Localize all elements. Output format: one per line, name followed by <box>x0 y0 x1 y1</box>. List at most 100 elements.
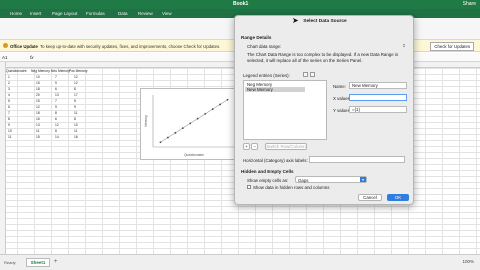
zoom-level[interactable]: 100% <box>462 259 474 264</box>
cell[interactable]: 12 <box>74 75 78 79</box>
cell[interactable]: 9 <box>55 81 57 85</box>
status-bar: Ready Sheet1 + 100% <box>0 254 480 270</box>
cell[interactable]: 14 <box>55 135 59 139</box>
header-cell[interactable]: Pos Memory <box>69 69 88 73</box>
cell[interactable]: 10 <box>8 129 12 133</box>
tab-review[interactable]: Review <box>138 11 153 16</box>
cell[interactable]: 11 <box>74 129 77 133</box>
cell[interactable]: 7 <box>8 111 10 115</box>
cell[interactable]: 8 <box>55 111 57 115</box>
cell[interactable]: 6 <box>55 87 57 91</box>
cell[interactable]: 6 <box>55 117 57 121</box>
cancel-button[interactable]: Cancel <box>358 194 382 201</box>
window-title: Book1 <box>233 1 249 7</box>
y-values-field[interactable]: ={1} <box>349 106 407 113</box>
cell[interactable]: 11 <box>8 135 11 139</box>
header-cell[interactable]: Questionnaire <box>6 69 27 73</box>
cell[interactable]: 13 <box>36 123 40 127</box>
add-series-button[interactable]: + <box>243 143 250 150</box>
hidden-empty-heading: Hidden and Empty Cells <box>241 169 294 174</box>
cell[interactable]: 1 <box>8 75 10 79</box>
cell[interactable]: 9 <box>55 105 57 109</box>
show-hidden-checkbox[interactable] <box>247 185 251 189</box>
sort-up-icon[interactable] <box>303 72 308 77</box>
cell[interactable]: 5 <box>74 99 76 103</box>
cell[interactable]: 12 <box>36 105 40 109</box>
tab-home[interactable]: Home <box>10 11 22 16</box>
cell[interactable]: 8 <box>74 117 76 121</box>
cell[interactable]: 2 <box>8 81 10 85</box>
cell[interactable]: 15 <box>36 135 40 139</box>
x-values-field[interactable] <box>349 94 407 101</box>
cell[interactable]: 15 <box>36 81 40 85</box>
x-axis-label: Questionnaire <box>184 153 204 157</box>
range-details-heading: Range Details <box>241 35 272 40</box>
cell[interactable]: 16 <box>74 135 78 139</box>
data-point <box>226 98 229 101</box>
chart-range-label: Chart data range: <box>247 44 282 49</box>
cell[interactable]: 13 <box>55 93 59 97</box>
cell[interactable]: 3 <box>8 87 10 91</box>
range-picker-icon[interactable]: ⌗ <box>401 43 407 48</box>
header-cell[interactable]: Neu Memory <box>51 69 70 73</box>
tab-insert[interactable]: Insert <box>30 11 41 16</box>
empty-cells-value: Gaps <box>298 178 309 183</box>
cell[interactable]: 11 <box>36 129 39 133</box>
trendline <box>160 99 228 143</box>
series-list[interactable]: Neg Memory New Memory <box>243 80 327 140</box>
cell[interactable]: 5 <box>8 99 10 103</box>
tab-page-layout[interactable]: Page Layout <box>52 11 77 16</box>
empty-cells-label: Show empty cells as: <box>247 178 289 183</box>
scatter-chart[interactable]: Questionnaire Memory <box>140 88 240 160</box>
add-sheet-button[interactable]: + <box>54 259 58 265</box>
cell[interactable]: 12 <box>55 123 59 127</box>
dialog-title: Select Data Source <box>303 19 347 24</box>
cell[interactable]: 20 <box>36 93 40 97</box>
cell[interactable]: 15 <box>36 99 40 103</box>
cell[interactable]: 4 <box>8 93 10 97</box>
cell[interactable]: 12 <box>74 81 78 85</box>
ok-button[interactable]: OK <box>387 194 409 201</box>
series-item-selected[interactable]: New Memory <box>245 87 305 92</box>
share-button[interactable]: Share <box>463 1 476 7</box>
select-data-source-dialog: Select Data Source Range Details Chart d… <box>234 15 414 205</box>
tab-data[interactable]: Data <box>118 11 128 16</box>
cell[interactable]: 8 <box>74 87 76 91</box>
cell[interactable]: 18 <box>36 111 40 115</box>
data-point <box>181 127 184 129</box>
cell[interactable]: 9 <box>74 105 76 109</box>
name-field[interactable]: New Memory <box>349 82 407 89</box>
sort-down-icon[interactable] <box>310 72 315 77</box>
data-point <box>174 131 177 134</box>
cell[interactable]: 7 <box>55 75 57 79</box>
cell[interactable]: 7 <box>55 99 57 103</box>
check-updates-button[interactable]: Check for Updates <box>430 42 474 51</box>
cell[interactable]: 11 <box>74 111 77 115</box>
name-label: Name: <box>333 84 346 89</box>
switch-row-column-button[interactable]: Switch Row/Column <box>265 143 307 150</box>
cell[interactable]: 18 <box>36 87 40 91</box>
chevron-down-icon: ▾ <box>360 177 366 182</box>
sheet-tab[interactable]: Sheet1 <box>26 258 50 267</box>
cell[interactable]: 6 <box>8 105 10 109</box>
tab-formulas[interactable]: Formulas <box>86 11 105 16</box>
row-headers <box>0 62 6 254</box>
name-box[interactable]: A1 <box>2 55 8 60</box>
horizontal-axis-field[interactable] <box>309 156 405 163</box>
cell[interactable]: 17 <box>74 93 78 97</box>
warning-icon <box>3 43 8 48</box>
cell[interactable]: 9 <box>8 123 10 127</box>
cell[interactable]: 16 <box>36 117 40 121</box>
cell[interactable]: 8 <box>55 129 57 133</box>
data-point <box>211 108 214 111</box>
update-label: Office Update <box>10 44 38 49</box>
header-cell[interactable]: Neg Memory <box>31 69 50 73</box>
data-point <box>159 141 162 144</box>
cell[interactable]: 8 <box>8 117 10 121</box>
remove-series-button[interactable]: − <box>251 143 258 150</box>
cell[interactable]: 10 <box>36 75 40 79</box>
data-point <box>219 103 221 106</box>
empty-cells-select[interactable]: Gaps ▾ <box>295 176 367 183</box>
tab-view[interactable]: View <box>162 11 172 16</box>
cell[interactable]: 10 <box>74 123 78 127</box>
